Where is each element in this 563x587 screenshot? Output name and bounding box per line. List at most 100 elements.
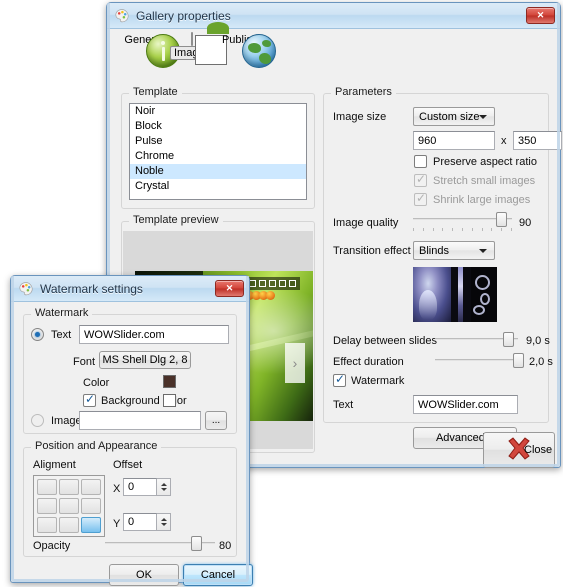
shrink-large-images-checkbox: ✓ bbox=[414, 191, 427, 206]
palette-icon bbox=[114, 8, 130, 24]
align-cell-middle-right[interactable] bbox=[81, 498, 101, 514]
preserve-aspect-ratio-label: Preserve aspect ratio bbox=[433, 156, 537, 168]
stretch-small-images-label: Stretch small images bbox=[433, 175, 536, 187]
align-cell-middle-center[interactable] bbox=[59, 498, 79, 514]
parameters-group: Parameters Image size Custom size 960 x … bbox=[323, 86, 562, 423]
watermark-settings-window[interactable]: Watermark settings ✕ Watermark Text WOWS… bbox=[10, 275, 253, 586]
background-color-checkbox[interactable]: ✓ bbox=[83, 393, 96, 407]
gallery-close-icon[interactable]: ✕ bbox=[526, 7, 555, 24]
preview-next-arrow-icon[interactable]: › bbox=[285, 343, 305, 383]
image-path-input[interactable] bbox=[79, 411, 201, 430]
toolbar-item-images[interactable]: Images bbox=[170, 22, 229, 65]
template-preview-label: Template preview bbox=[129, 214, 223, 226]
list-item[interactable]: Pulse bbox=[130, 134, 306, 149]
gallery-titlebar[interactable]: Gallery properties ✕ bbox=[107, 3, 560, 29]
offset-y-label: Y bbox=[113, 518, 121, 530]
opacity-slider[interactable] bbox=[105, 535, 215, 551]
image-radio-label: Image bbox=[51, 415, 82, 427]
align-cell-top-center[interactable] bbox=[59, 479, 79, 495]
align-cell-bottom-center[interactable] bbox=[59, 517, 79, 533]
image-size-select[interactable]: Custom size bbox=[413, 107, 495, 126]
color-label: Color bbox=[83, 377, 110, 389]
size-separator: x bbox=[501, 135, 507, 147]
alignment-grid[interactable] bbox=[33, 475, 105, 537]
cancel-button[interactable]: Cancel bbox=[183, 564, 253, 586]
offset-y-input[interactable]: 0 bbox=[123, 513, 157, 531]
transition-effect-value: Blinds bbox=[419, 244, 449, 257]
list-item-selected[interactable]: Noble bbox=[130, 164, 306, 179]
watermark-checkbox[interactable]: ✓ bbox=[333, 373, 346, 387]
image-height-input[interactable]: 350 bbox=[513, 131, 562, 150]
opacity-value: 80 bbox=[219, 540, 232, 552]
close-button-label: Close bbox=[524, 444, 553, 456]
palette-icon bbox=[18, 281, 34, 297]
shrink-large-images-label: Shrink large images bbox=[433, 194, 531, 206]
position-appearance-group: Position and Appearance Aligment Offset … bbox=[23, 440, 237, 557]
list-item[interactable]: Crystal bbox=[130, 179, 306, 194]
font-label: Font bbox=[73, 356, 96, 368]
align-cell-top-right[interactable] bbox=[81, 479, 101, 495]
offset-label: Offset bbox=[113, 459, 143, 471]
transition-effect-select[interactable]: Blinds bbox=[413, 241, 495, 260]
delay-between-slides-slider[interactable] bbox=[435, 331, 518, 347]
font-button[interactable]: MS Shell Dlg 2, 8 bbox=[99, 351, 191, 369]
align-cell-top-left[interactable] bbox=[37, 479, 57, 495]
delay-between-slides-label: Delay between slides bbox=[333, 335, 437, 347]
list-item[interactable]: Chrome bbox=[130, 149, 306, 164]
image-size-value: Custom size bbox=[419, 110, 480, 123]
effect-duration-value: 2,0 s bbox=[529, 356, 553, 368]
image-radio[interactable] bbox=[31, 414, 44, 427]
text-radio[interactable] bbox=[31, 328, 44, 341]
list-item[interactable]: Noir bbox=[130, 104, 306, 119]
chevron-down-icon bbox=[479, 248, 487, 253]
watermark-text-field[interactable]: WOWSlider.com bbox=[79, 325, 229, 344]
transition-preview-thumbnails bbox=[413, 267, 497, 322]
color-swatch[interactable] bbox=[163, 375, 176, 388]
toolbar-item-publish[interactable]: Publish bbox=[217, 33, 276, 68]
watermark-title: Watermark settings bbox=[40, 281, 143, 296]
offset-x-label: X bbox=[113, 483, 121, 495]
offset-x-input[interactable]: 0 bbox=[123, 478, 157, 496]
browse-button[interactable]: ... bbox=[205, 411, 227, 430]
template-group-label: Template bbox=[129, 86, 182, 98]
template-group: Template Noir Block Pulse Chrome Noble C… bbox=[121, 86, 315, 209]
gallery-title: Gallery properties bbox=[136, 8, 231, 23]
effect-duration-label: Effect duration bbox=[333, 356, 404, 368]
photo-icon bbox=[191, 22, 229, 65]
delay-between-slides-value: 9,0 s bbox=[526, 335, 550, 347]
text-radio-label: Text bbox=[51, 329, 72, 341]
watermark-body: Watermark Text WOWSlider.com Font MS She… bbox=[11, 302, 253, 586]
image-size-label: Image size bbox=[333, 111, 387, 123]
watermark-titlebar[interactable]: Watermark settings ✕ bbox=[11, 276, 249, 302]
list-item[interactable]: Block bbox=[130, 119, 306, 134]
image-quality-slider[interactable] bbox=[413, 211, 512, 231]
image-quality-label: Image quality bbox=[333, 217, 399, 229]
watermark-text-input[interactable]: WOWSlider.com bbox=[413, 395, 518, 414]
align-cell-bottom-left[interactable] bbox=[37, 517, 57, 533]
alignment-label: Aligment bbox=[33, 459, 76, 471]
template-listbox[interactable]: Noir Block Pulse Chrome Noble Crystal bbox=[129, 103, 307, 200]
watermark-checkbox-label: Watermark bbox=[351, 375, 405, 387]
toolbar-item-general[interactable]: General bbox=[121, 33, 180, 68]
parameters-group-label: Parameters bbox=[331, 86, 396, 98]
close-button[interactable]: Close bbox=[483, 432, 555, 468]
chevron-down-icon bbox=[479, 114, 487, 119]
offset-x-stepper[interactable] bbox=[157, 478, 171, 496]
background-color-swatch[interactable] bbox=[163, 394, 176, 407]
transition-effect-label: Transition effect bbox=[333, 245, 411, 257]
stretch-small-images-checkbox: ✓ bbox=[414, 172, 427, 187]
watermark-text-label: Text bbox=[333, 399, 354, 411]
ok-button[interactable]: OK bbox=[109, 564, 179, 586]
align-cell-bottom-right[interactable] bbox=[81, 517, 101, 533]
watermark-group: Watermark Text WOWSlider.com Font MS She… bbox=[23, 307, 237, 434]
watermark-close-icon[interactable]: ✕ bbox=[215, 280, 244, 297]
align-cell-middle-left[interactable] bbox=[37, 498, 57, 514]
position-group-label: Position and Appearance bbox=[31, 440, 162, 452]
image-quality-value: 90 bbox=[519, 217, 532, 229]
preserve-aspect-ratio-checkbox[interactable] bbox=[414, 155, 427, 168]
offset-y-stepper[interactable] bbox=[157, 513, 171, 531]
watermark-group-label: Watermark bbox=[31, 307, 93, 319]
image-width-input[interactable]: 960 bbox=[413, 131, 495, 150]
opacity-label: Opacity bbox=[33, 540, 71, 552]
effect-duration-slider[interactable] bbox=[435, 352, 524, 368]
